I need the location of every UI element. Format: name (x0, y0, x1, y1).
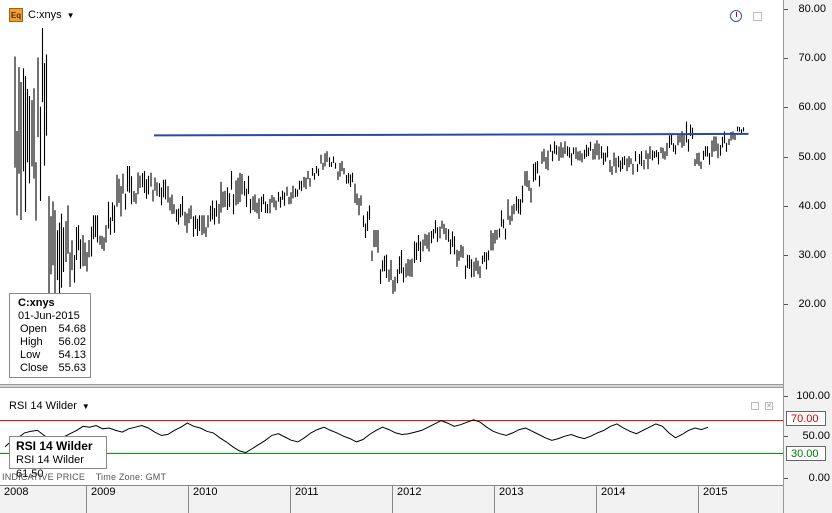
info-value: 56.02 (58, 336, 86, 348)
price-tick-label: 20.00 (798, 298, 826, 310)
rsi-tick-label: 100.00 (796, 390, 830, 402)
price-chart (14, 28, 749, 301)
rsi-header[interactable]: RSI 14 Wilder ▼ (9, 400, 90, 412)
info-row-high: High 56.02 (18, 336, 86, 349)
tick-dash (784, 157, 788, 158)
tick-dash (784, 9, 788, 10)
info-row-close: Close 55.63 (18, 362, 86, 375)
rsi-info-box: RSI 14 Wilder RSI 14 Wilder 61.50 (9, 436, 107, 480)
info-value: 54.13 (58, 349, 86, 361)
info-value: 54.68 (58, 323, 86, 335)
year-tick-label: 2015 (698, 486, 727, 513)
year-tick-label: 2011 (290, 486, 319, 513)
tick-dash (784, 436, 788, 437)
info-label: Close (20, 362, 49, 374)
rsi-lower-level-badge: 30.00 (786, 446, 826, 461)
rsi-tick-label: 50.00 (802, 430, 830, 442)
info-date: 01-Jun-2015 (18, 310, 80, 322)
year-tick-label: 2012 (392, 486, 421, 513)
rsi-pane[interactable]: RSI 14 Wilder ▼ ✕ RSI 14 Wilder RSI 14 W… (0, 388, 783, 485)
rsi-tick-label: 0.00 (808, 472, 830, 484)
indicative-price-note: INDICATIVE PRICE Time Zone: GMT (2, 472, 166, 482)
equity-icon: Eq (9, 8, 23, 22)
rsi-info-title: RSI 14 Wilder (16, 439, 93, 453)
tick-dash (784, 304, 788, 305)
info-row-low: Low 54.13 (18, 349, 86, 362)
maximize-icon[interactable] (751, 402, 759, 410)
trendline[interactable] (153, 132, 749, 137)
chevron-down-icon[interactable]: ▼ (67, 11, 75, 20)
timezone-label: Time Zone: GMT (95, 472, 167, 482)
year-tick-label: 2013 (494, 486, 523, 513)
close-icon[interactable]: ✕ (765, 402, 773, 410)
price-tick-label: 40.00 (798, 200, 826, 212)
info-row-open: Open 54.68 (18, 323, 86, 336)
year-tick-label: 2009 (86, 486, 115, 513)
rsi-info-label: RSI 14 Wilder (16, 454, 84, 466)
info-symbol: C:xnys (18, 297, 55, 309)
symbol-header[interactable]: Eq C:xnys ▼ (9, 8, 75, 22)
tick-dash (784, 255, 788, 256)
maximize-icon[interactable] (753, 12, 762, 21)
rsi-title[interactable]: RSI 14 Wilder (9, 400, 77, 412)
tick-dash (784, 58, 788, 59)
tick-dash (784, 396, 788, 397)
year-tick-label: 2014 (596, 486, 625, 513)
value-axis[interactable]: 80.00 70.00 60.00 50.00 40.00 30.00 20.0… (783, 0, 832, 513)
ohlc-info-box: C:xnys 01-Jun-2015 Open 54.68 High 56.02… (9, 293, 91, 378)
info-label: Open (20, 323, 47, 335)
info-label: Low (20, 349, 41, 361)
clock-icon[interactable] (730, 10, 742, 22)
chevron-down-icon[interactable]: ▼ (82, 402, 90, 411)
tick-dash (784, 206, 788, 207)
year-tick-label: 2010 (188, 486, 217, 513)
year-tick-label: 2008 (4, 486, 29, 498)
price-tick-label: 70.00 (798, 52, 826, 64)
price-tick-label: 80.00 (798, 3, 826, 15)
tick-dash (784, 107, 788, 108)
rsi-chart (0, 419, 783, 454)
date-axis[interactable]: 2008 2009 2010 2011 2012 2013 2014 2015 (0, 485, 783, 513)
rsi-pane-controls: ✕ (751, 402, 773, 410)
rsi-upper-level-badge: 70.00 (786, 411, 826, 426)
symbol-label[interactable]: C:xnys (28, 9, 62, 21)
price-tick-label: 30.00 (798, 249, 826, 261)
price-tick-label: 60.00 (798, 101, 826, 113)
price-tick-label: 50.00 (798, 151, 826, 163)
tick-dash (784, 478, 788, 479)
price-pane[interactable]: Eq C:xnys ▼ C:xnys 01-Jun-2015 Open 54.6… (0, 0, 783, 384)
indicative-label: INDICATIVE PRICE (2, 472, 86, 482)
info-label: High (20, 336, 43, 348)
rsi-line (4, 419, 709, 454)
info-value: 55.63 (58, 362, 86, 374)
